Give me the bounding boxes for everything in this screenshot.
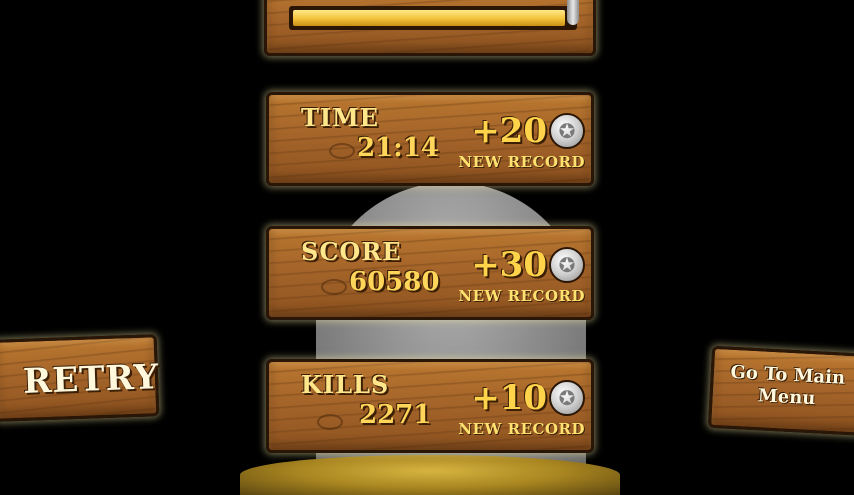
main-menu-label-line1: Go To Main (729, 361, 846, 389)
progress-plank (264, 0, 596, 56)
sheriff-star-coin-icon: ✪ (549, 380, 585, 416)
stat-value: 2271 (359, 400, 432, 430)
main-menu-button[interactable]: Go To Main Menu (707, 345, 854, 437)
new-record-label: NEW RECORD (458, 153, 585, 171)
stat-value: 60580 (349, 267, 440, 297)
main-menu-label: Go To Main Menu (726, 362, 848, 412)
stat-plank-kills: KILLS 2271 +10 ✪ NEW RECORD (266, 359, 594, 453)
wood-knot (317, 414, 343, 430)
new-record-label: NEW RECORD (458, 420, 585, 438)
wood-knot (329, 143, 355, 159)
sheriff-star-coin-icon: ✪ (549, 113, 585, 149)
sheriff-star-coin-icon: ✪ (549, 247, 585, 283)
progress-bar (289, 6, 577, 30)
stat-label: KILLS (301, 370, 390, 399)
bonus-value: +20 (471, 111, 547, 151)
progress-bar-fill (293, 10, 565, 26)
stat-value: 21:14 (357, 133, 439, 163)
bonus-value: +30 (471, 245, 547, 285)
progress-pin-icon (567, 0, 579, 25)
retry-button[interactable]: RETRY (0, 334, 160, 422)
stat-plank-score: SCORE 60580 +30 ✪ NEW RECORD (266, 226, 594, 320)
retry-label: RETRY (22, 357, 160, 402)
bonus-value: +10 (471, 378, 547, 418)
wood-knot (321, 279, 347, 295)
gold-rubble-pile (240, 455, 620, 495)
main-menu-label-line2: Menu (757, 385, 816, 410)
stat-label: TIME (301, 103, 379, 132)
stat-plank-time: TIME 21:14 +20 ✪ NEW RECORD (266, 92, 594, 186)
new-record-label: NEW RECORD (458, 287, 585, 305)
stat-label: SCORE (301, 237, 402, 266)
